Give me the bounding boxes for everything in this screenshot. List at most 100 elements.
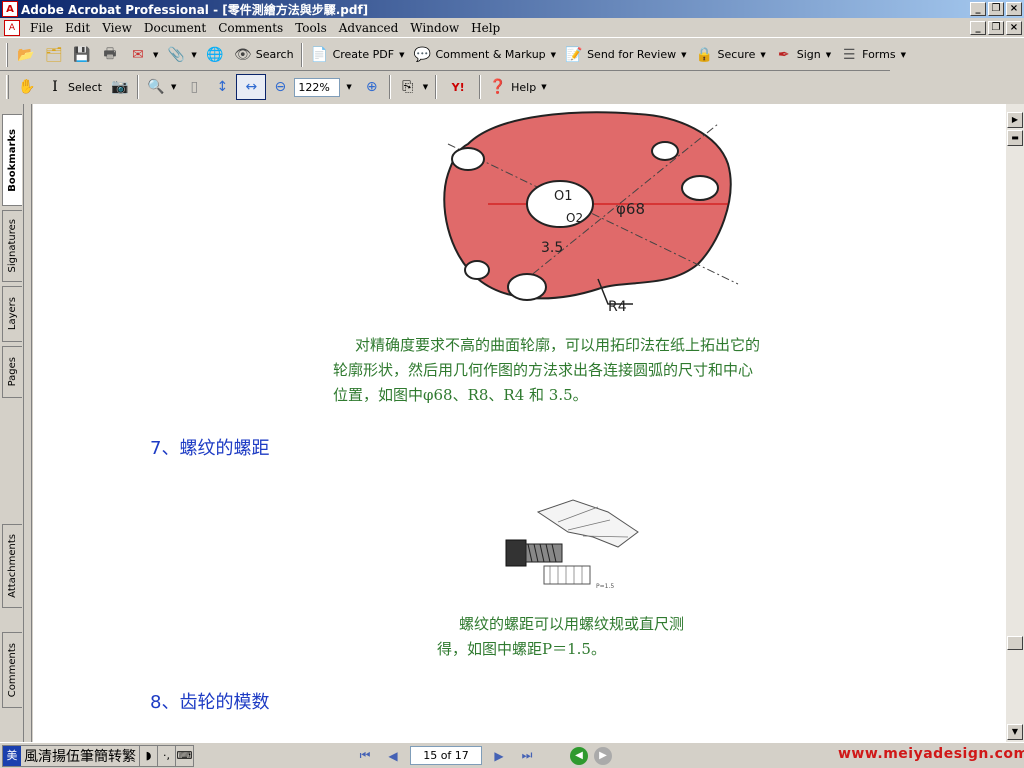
menu-file[interactable]: File: [24, 21, 59, 35]
vertical-scrollbar[interactable]: ▶ ▬ ▼: [1006, 104, 1024, 742]
help-button[interactable]: ❓ Help ▼: [484, 74, 550, 100]
magnifier-icon: 🔍: [147, 79, 165, 95]
ime-punctuation-icon[interactable]: ·,: [157, 745, 175, 766]
zoom-in-tool-button[interactable]: 🔍 ▼: [142, 74, 180, 100]
document-icon[interactable]: A: [4, 19, 20, 36]
label-pitch-value: P=1.5: [596, 583, 614, 590]
web-button[interactable]: 🌐: [201, 42, 229, 68]
paragraph-thread-pitch: 螺纹的螺距可以用螺纹规或直尺测 得，如图中螺距P＝1.5。: [437, 612, 684, 662]
fit-page-button[interactable]: ↕: [208, 74, 236, 100]
hand-tool-button[interactable]: ✋: [13, 74, 41, 100]
pane-splitter[interactable]: [24, 104, 32, 744]
window-title: Adobe Acrobat Professional - [零件測繪方法與步驟.…: [21, 2, 369, 17]
print-button[interactable]: 🖶: [96, 42, 124, 68]
snapshot-button[interactable]: 📷: [106, 74, 134, 100]
tab-bookmarks[interactable]: Bookmarks: [2, 114, 22, 206]
toolbar-grip[interactable]: [6, 75, 9, 99]
split-view-icon[interactable]: ▬: [1007, 130, 1023, 146]
attach-button[interactable]: 📎 ▼: [162, 42, 200, 68]
scroll-thumb[interactable]: [1007, 636, 1023, 650]
restore-button[interactable]: ❐: [988, 2, 1004, 16]
thread-pitch-figure: P=1.5: [505, 499, 639, 590]
page-number-field[interactable]: 15 of 17: [410, 746, 482, 765]
close-button[interactable]: ×: [1006, 2, 1022, 16]
help-label: Help: [511, 80, 537, 94]
center-bore: [526, 180, 594, 228]
previous-view-button[interactable]: ◀: [570, 746, 588, 765]
save-button[interactable]: 💾: [68, 42, 96, 68]
ime-mode-label[interactable]: 風清揚伍筆簡转繁: [21, 746, 139, 766]
tab-signatures[interactable]: Signatures: [2, 210, 22, 282]
last-page-button[interactable]: ⏭: [516, 746, 538, 766]
doc-restore-button[interactable]: ❐: [988, 20, 1004, 35]
search-button[interactable]: 👁 Search: [229, 42, 298, 68]
email-button[interactable]: ✉ ▼: [124, 42, 162, 68]
sign-button[interactable]: ✒ Sign ▼: [770, 42, 835, 68]
doc-minimize-button[interactable]: _: [970, 20, 986, 35]
paragraph-line: 螺纹的螺距可以用螺纹规或直尺测: [459, 615, 685, 633]
paperclip-icon: 📎: [167, 46, 186, 63]
next-view-button[interactable]: ▶: [594, 746, 612, 765]
navigation-pane-tabs: Bookmarks Signatures Layers Pages Attach…: [0, 104, 24, 744]
organizer-button[interactable]: 🗂: [40, 42, 68, 68]
ime-halfwidth-icon[interactable]: ◗: [139, 745, 157, 766]
previous-page-button[interactable]: ◀: [382, 746, 404, 766]
ime-keyboard-icon[interactable]: ⌨: [175, 745, 193, 766]
comment-icon: 💬: [413, 46, 432, 63]
select-tool-button[interactable]: I Select: [41, 74, 106, 100]
zoom-level-input[interactable]: 122%: [294, 77, 341, 97]
paragraph-curve-contour: 对精确度要求不高的曲面轮廓，可以用拓印法在纸上拓出它的 轮廓形状，然后用几何作图…: [333, 333, 760, 408]
menu-window[interactable]: Window: [404, 21, 465, 35]
minimize-button[interactable]: _: [970, 2, 986, 16]
label-3-5: 3.5: [541, 240, 563, 256]
chevron-down-icon: ▼: [900, 50, 906, 59]
hand-icon: ✋: [18, 79, 36, 95]
tab-attachments-label: Attachments: [7, 534, 18, 598]
select-label: Select: [68, 80, 102, 94]
first-page-button[interactable]: ⏮: [354, 746, 376, 766]
send-for-review-button[interactable]: 📝 Send for Review ▼: [560, 42, 690, 68]
fit-width-button[interactable]: ↔: [236, 74, 267, 100]
zoom-out-icon: ⊖: [274, 79, 287, 95]
forms-button[interactable]: ☰ Forms ▼: [835, 42, 910, 68]
menu-view[interactable]: View: [96, 21, 138, 35]
zoom-out-button[interactable]: ⊖: [266, 74, 294, 100]
zoom-dropdown-icon[interactable]: ▼: [346, 83, 351, 91]
open-button[interactable]: 📂: [12, 42, 40, 68]
menu-document[interactable]: Document: [138, 21, 212, 35]
comment-markup-button[interactable]: 💬 Comment & Markup ▼: [408, 42, 560, 68]
scroll-right-arrow-icon[interactable]: ▶: [1007, 112, 1023, 128]
ime-language-icon[interactable]: 美: [3, 745, 21, 766]
camera-icon: 📷: [111, 79, 129, 95]
toolbar-grip[interactable]: [6, 42, 8, 67]
actual-size-button[interactable]: ▯: [180, 74, 208, 100]
scroll-down-arrow-icon[interactable]: ▼: [1007, 724, 1023, 740]
doc-close-button[interactable]: ×: [1006, 20, 1022, 35]
menu-edit[interactable]: Edit: [59, 21, 96, 35]
title-bar: A Adobe Acrobat Professional - [零件測繪方法與步…: [0, 0, 1024, 18]
zoom-in-button[interactable]: ⊕: [358, 74, 386, 100]
hole-3: [681, 175, 719, 201]
tab-layers[interactable]: Layers: [2, 286, 22, 342]
tab-attachments[interactable]: Attachments: [2, 524, 22, 608]
menu-tools[interactable]: Tools: [289, 21, 333, 35]
label-o2: O2: [566, 211, 583, 225]
menu-help[interactable]: Help: [465, 21, 506, 35]
ruler-box: [543, 565, 591, 585]
ime-toolbar[interactable]: 美 風清揚伍筆簡转繁 ◗ ·, ⌨: [2, 744, 194, 767]
create-pdf-button[interactable]: 📄 Create PDF ▼: [306, 42, 409, 68]
menu-advanced[interactable]: Advanced: [333, 21, 405, 35]
yahoo-button[interactable]: Y!: [440, 74, 476, 100]
chevron-down-icon: ▼: [541, 83, 547, 91]
document-view[interactable]: O1 O2 φ68 3.5 R4 对精确度要求不高的曲面轮廓，可以用拓印法在纸上…: [33, 104, 1006, 742]
rotate-button[interactable]: ⎘ ▼: [394, 74, 432, 100]
next-page-button[interactable]: ▶: [488, 746, 510, 766]
tab-pages[interactable]: Pages: [2, 346, 22, 398]
tab-signatures-label: Signatures: [7, 219, 18, 273]
print-icon: 🖶: [103, 45, 117, 62]
secure-button[interactable]: 🔒 Secure ▼: [691, 42, 770, 68]
chevron-down-icon: ▼: [153, 50, 159, 59]
tab-comments[interactable]: Comments: [2, 632, 22, 708]
menu-comments[interactable]: Comments: [212, 21, 289, 35]
zoom-in-icon: ⊕: [365, 79, 378, 95]
